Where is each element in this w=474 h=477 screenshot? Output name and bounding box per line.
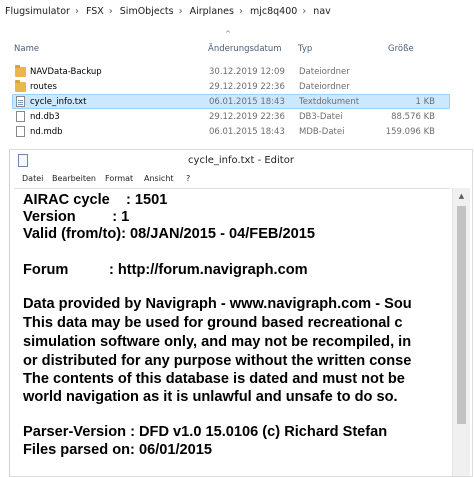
menu-ansicht[interactable]: Ansicht: [144, 174, 174, 183]
breadcrumb-item-flugsimulator[interactable]: Flugsimulator: [0, 6, 73, 17]
text-line: Valid (from/to): 08/JAN/2015 - 04/FEB/20…: [23, 226, 315, 242]
file-size: 159.096 KB: [385, 127, 435, 137]
file-icon: [16, 126, 25, 137]
list-item[interactable]: nd.mdb 06.01.2015 18:43 MDB-Datei 159.09…: [12, 124, 450, 139]
sort-up-icon: ^: [225, 30, 231, 38]
file-name: nd.mdb: [30, 127, 63, 137]
file-size: 88.576 KB: [391, 112, 435, 122]
breadcrumb-item-fsx[interactable]: FSX: [81, 6, 107, 17]
text-line: simulation software only, and may not be…: [23, 334, 412, 350]
file-name: NAVData-Backup: [30, 67, 102, 77]
chevron-right-icon[interactable]: ›: [237, 6, 245, 17]
file-icon: [16, 111, 25, 122]
text-line: or distributed for any purpose without t…: [23, 353, 412, 369]
file-name: routes: [30, 82, 57, 92]
chevron-right-icon[interactable]: ›: [107, 6, 115, 17]
menu-format[interactable]: Format: [105, 174, 133, 183]
folder-icon: [15, 65, 26, 77]
scroll-up-icon[interactable]: ▲: [453, 188, 470, 204]
breadcrumb-item-mjc8q400[interactable]: mjc8q400: [245, 6, 300, 17]
breadcrumb: Flugsimulator › FSX › SimObjects › Airpl…: [0, 0, 474, 22]
file-name: nd.db3: [30, 112, 60, 122]
file-date: 30.12.2019 12:09: [209, 67, 285, 77]
vertical-scrollbar[interactable]: ▲: [452, 188, 470, 476]
breadcrumb-item-nav[interactable]: nav: [308, 6, 333, 17]
text-line: AIRAC cycle : 1501: [23, 192, 168, 208]
list-item[interactable]: routes 29.12.2019 22:36 Dateiordner: [12, 79, 450, 94]
text-line: Files parsed on: 06/01/2015: [23, 442, 213, 458]
text-editor-area[interactable]: AIRAC cycle : 1501 Version : 1 Valid (fr…: [14, 188, 450, 477]
folder-icon: [15, 80, 26, 92]
breadcrumb-item-simobjects[interactable]: SimObjects: [115, 6, 177, 17]
notepad-window: cycle_info.txt - Editor Datei Bearbeiten…: [10, 150, 472, 476]
chevron-right-icon[interactable]: ›: [73, 6, 81, 17]
breadcrumb-item-airplanes[interactable]: Airplanes: [185, 6, 237, 17]
menu-datei[interactable]: Datei: [22, 174, 43, 183]
text-line: world navigation as it is unlawful and u…: [23, 389, 398, 405]
scrollbar-thumb[interactable]: [457, 206, 466, 424]
notepad-title-bar[interactable]: cycle_info.txt - Editor: [10, 150, 472, 172]
menu-help[interactable]: ?: [186, 174, 190, 183]
file-date: 06.01.2015 18:43: [209, 97, 285, 107]
list-item[interactable]: NAVData-Backup 30.12.2019 12:09 Dateiord…: [12, 64, 450, 79]
text-line: Parser-Version : DFD v1.0 15.0106 (c) Ri…: [23, 424, 388, 440]
text-line: Data provided by Navigraph - www.navigra…: [23, 296, 412, 312]
file-type: Dateiordner: [299, 67, 350, 77]
column-header-name[interactable]: Name: [14, 44, 39, 54]
file-date: 29.12.2019 22:36: [209, 82, 285, 92]
menu-bar: Datei Bearbeiten Format Ansicht ?: [10, 172, 472, 188]
column-header-date[interactable]: Änderungsdatum: [208, 44, 282, 54]
file-size: 1 KB: [415, 97, 435, 107]
text-line: This data may be used for ground based r…: [23, 315, 403, 331]
file-type: DB3-Datei: [299, 112, 343, 122]
list-item[interactable]: nd.db3 29.12.2019 22:36 DB3-Datei 88.576…: [12, 109, 450, 124]
column-header-type[interactable]: Typ: [298, 44, 312, 54]
file-name: cycle_info.txt: [30, 97, 87, 107]
file-list: NAVData-Backup 30.12.2019 12:09 Dateiord…: [0, 64, 474, 139]
list-item-selected[interactable]: cycle_info.txt 06.01.2015 18:43 Textdoku…: [12, 94, 450, 109]
chevron-right-icon[interactable]: ›: [300, 6, 308, 17]
column-headers: Name Änderungsdatum Typ Größe: [0, 40, 474, 58]
text-line: The contents of this database is dated a…: [23, 371, 405, 387]
file-type: Textdokument: [299, 97, 360, 107]
window-title: cycle_info.txt - Editor: [188, 155, 294, 166]
file-date: 29.12.2019 22:36: [209, 112, 285, 122]
column-header-size[interactable]: Größe: [388, 44, 414, 54]
menu-bearbeiten[interactable]: Bearbeiten: [52, 174, 96, 183]
file-date: 06.01.2015 18:43: [209, 127, 285, 137]
file-type: MDB-Datei: [299, 127, 345, 137]
file-type: Dateiordner: [299, 82, 350, 92]
text-line: Forum : http://forum.navigraph.com: [23, 262, 308, 278]
chevron-right-icon[interactable]: ›: [177, 6, 185, 17]
text-file-icon: [16, 96, 25, 107]
text-line: Version : 1: [23, 209, 130, 225]
